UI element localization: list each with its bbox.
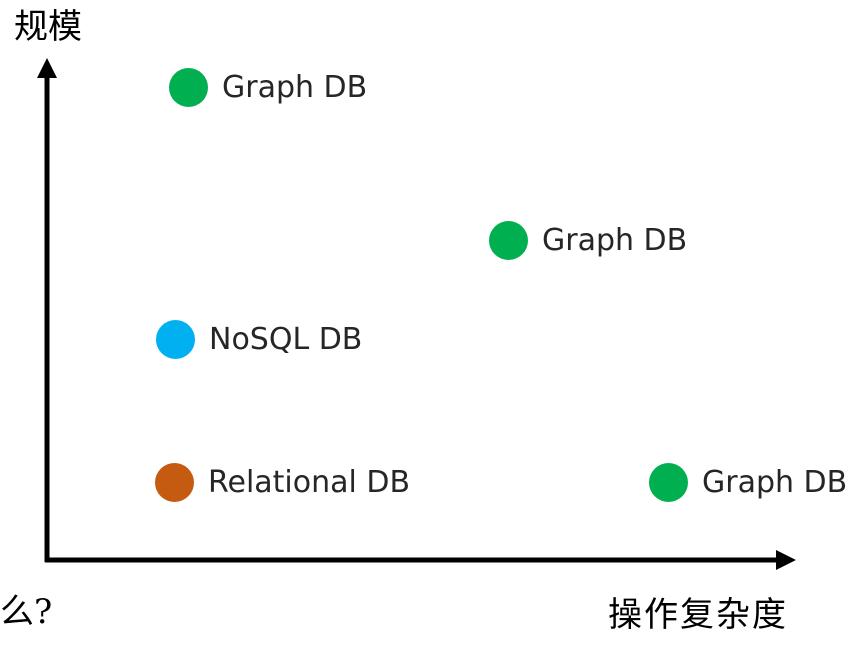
point-label: Relational DB xyxy=(208,464,411,500)
x-axis-arrowhead xyxy=(776,550,796,570)
point-graph-db-top: Graph DB xyxy=(169,68,367,107)
green-dot xyxy=(169,68,208,107)
blue-dot xyxy=(156,320,195,359)
cropped-edge-text: 么? xyxy=(0,592,53,632)
axes-graphic xyxy=(37,58,796,570)
point-relational-db: Relational DB xyxy=(155,463,410,502)
orange-dot xyxy=(155,463,194,502)
x-axis-label: 操作复杂度 xyxy=(608,595,788,635)
y-axis-arrowhead xyxy=(37,58,57,78)
y-axis-label: 规模 xyxy=(14,7,82,47)
point-nosql-db: NoSQL DB xyxy=(156,320,362,359)
point-label: Graph DB xyxy=(222,69,368,105)
point-label: Graph DB xyxy=(542,222,688,258)
point-graph-db-right: Graph DB xyxy=(649,463,847,502)
point-label: NoSQL DB xyxy=(209,321,363,357)
diagram-canvas: 规模 操作复杂度 么? Graph DB Graph DB NoSQL DB R… xyxy=(0,0,853,648)
green-dot xyxy=(489,221,528,260)
point-graph-db-middle: Graph DB xyxy=(489,221,687,260)
point-label: Graph DB xyxy=(702,464,848,500)
green-dot xyxy=(649,463,688,502)
